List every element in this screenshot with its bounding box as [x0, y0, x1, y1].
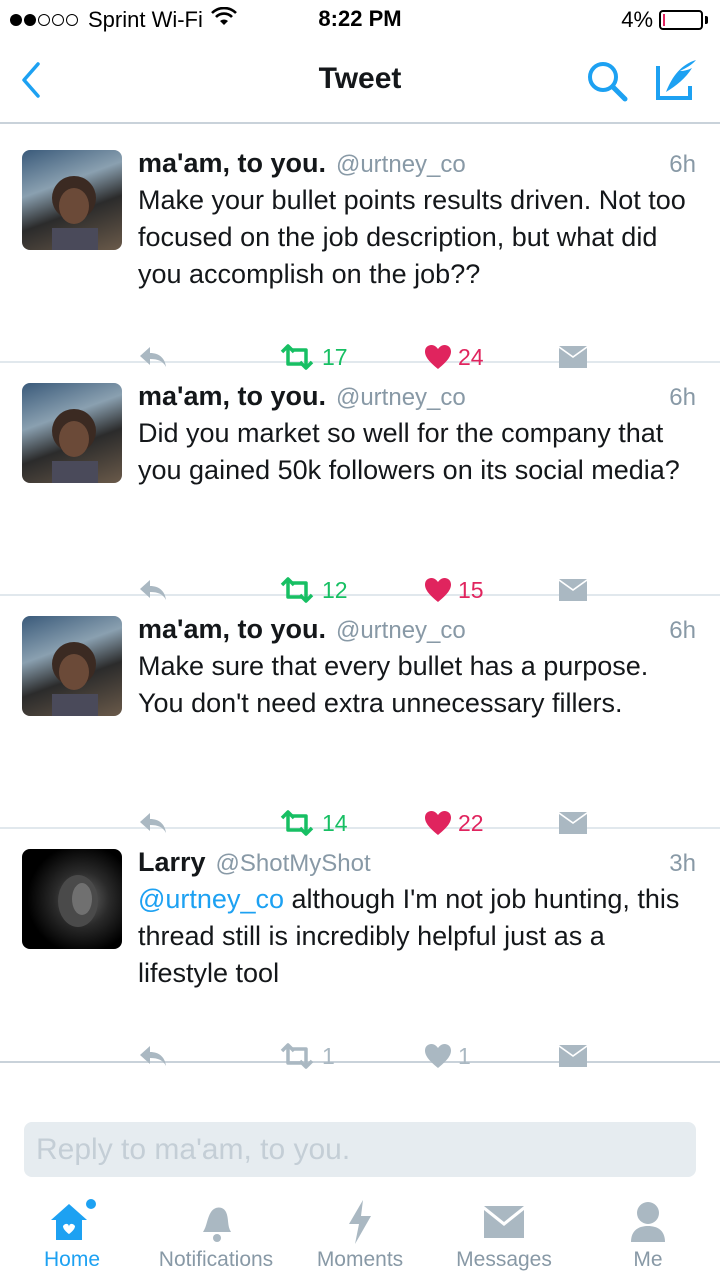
compose-quill-icon — [656, 60, 696, 100]
tab-label: Messages — [456, 1248, 552, 1271]
reply-input[interactable] — [24, 1122, 696, 1177]
tweet-header: Larry @ShotMyShot 3h — [138, 847, 696, 881]
search-button[interactable] — [584, 58, 630, 104]
avatar[interactable] — [22, 150, 122, 250]
tab-messages[interactable]: Messages — [432, 1190, 576, 1280]
tweet-timestamp: 6h — [669, 384, 696, 411]
status-right: 4% — [621, 6, 708, 34]
tweet[interactable]: ma'am, to you. @urtney_co 6h Make sure t… — [0, 596, 720, 836]
person-icon — [631, 1202, 665, 1242]
status-bar: Sprint Wi-Fi 8:22 PM 4% — [0, 0, 720, 40]
search-icon — [588, 62, 628, 102]
tab-label: Home — [43, 1248, 101, 1271]
tab-moments[interactable]: Moments — [288, 1190, 432, 1280]
heart-icon — [425, 1044, 451, 1068]
tab-notifications[interactable]: Notifications — [144, 1190, 288, 1280]
tweet-header: ma'am, to you. @urtney_co 6h — [138, 381, 696, 415]
tab-bar: Home Notifications Moments Messages Me — [0, 1190, 720, 1280]
tweet-text: Make your bullet points results driven. … — [138, 185, 686, 289]
reply-bar — [0, 1098, 720, 1188]
direct-message-button[interactable] — [558, 1039, 588, 1073]
reply-button[interactable] — [138, 1039, 168, 1073]
home-icon — [51, 1199, 96, 1240]
display-name[interactable]: ma'am, to you. — [138, 148, 326, 179]
user-handle[interactable]: @urtney_co — [336, 384, 466, 412]
tweet-timestamp: 3h — [669, 850, 696, 877]
tab-label: Me — [633, 1248, 663, 1271]
envelope-icon — [484, 1206, 524, 1238]
tweet[interactable]: ma'am, to you. @urtney_co 6h Did you mar… — [0, 363, 720, 603]
display-name[interactable]: Larry — [138, 847, 206, 878]
tweet[interactable]: ma'am, to you. @urtney_co 6h Make your b… — [0, 130, 720, 370]
retweet-button[interactable]: 1 — [278, 1039, 335, 1073]
tweet-text: Did you market so well for the company t… — [138, 418, 680, 485]
back-button[interactable] — [12, 58, 52, 102]
display-name[interactable]: ma'am, to you. — [138, 381, 326, 412]
tweet-text: @urtney_co although I'm not job hunting,… — [138, 881, 698, 992]
user-handle[interactable]: @urtney_co — [336, 151, 466, 179]
like-button[interactable]: 1 — [424, 1039, 471, 1073]
battery-percent: 4% — [621, 7, 653, 32]
user-handle[interactable]: @ShotMyShot — [216, 850, 371, 878]
tweet[interactable]: Larry @ShotMyShot 3h @urtney_co although… — [0, 829, 720, 1069]
avatar[interactable] — [22, 849, 122, 949]
tweet-list: ma'am, to you. @urtney_co 6h Make your b… — [0, 130, 720, 1069]
reply-icon — [140, 1046, 166, 1066]
like-count: 1 — [458, 1042, 471, 1069]
tab-home[interactable]: Home — [0, 1190, 144, 1280]
tab-label: Notifications — [158, 1248, 274, 1271]
tweet-timestamp: 6h — [669, 151, 696, 178]
bell-icon — [203, 1207, 231, 1242]
back-chevron-icon — [22, 62, 40, 98]
compose-tweet-button[interactable] — [652, 56, 702, 104]
tweet-text: Make sure that every bullet has a purpos… — [138, 651, 649, 718]
avatar[interactable] — [22, 383, 122, 483]
tweet-header: ma'am, to you. @urtney_co 6h — [138, 148, 696, 182]
nav-bar: Tweet — [0, 40, 720, 124]
tab-me[interactable]: Me — [576, 1190, 720, 1280]
envelope-icon — [559, 1045, 587, 1067]
user-handle[interactable]: @urtney_co — [336, 617, 466, 645]
display-name[interactable]: ma'am, to you. — [138, 614, 326, 645]
tweet-header: ma'am, to you. @urtney_co 6h — [138, 614, 696, 648]
tweet-actions: 1 1 — [138, 1039, 608, 1073]
tweet-timestamp: 6h — [669, 617, 696, 644]
battery-icon — [659, 10, 703, 30]
retweet-icon — [280, 1043, 314, 1069]
clock-label: 8:22 PM — [318, 6, 402, 31]
lightning-icon — [349, 1200, 371, 1244]
mention-link[interactable]: @urtney_co — [138, 884, 284, 914]
tab-label: Moments — [316, 1248, 404, 1271]
avatar[interactable] — [22, 616, 122, 716]
retweet-count: 1 — [322, 1042, 335, 1069]
